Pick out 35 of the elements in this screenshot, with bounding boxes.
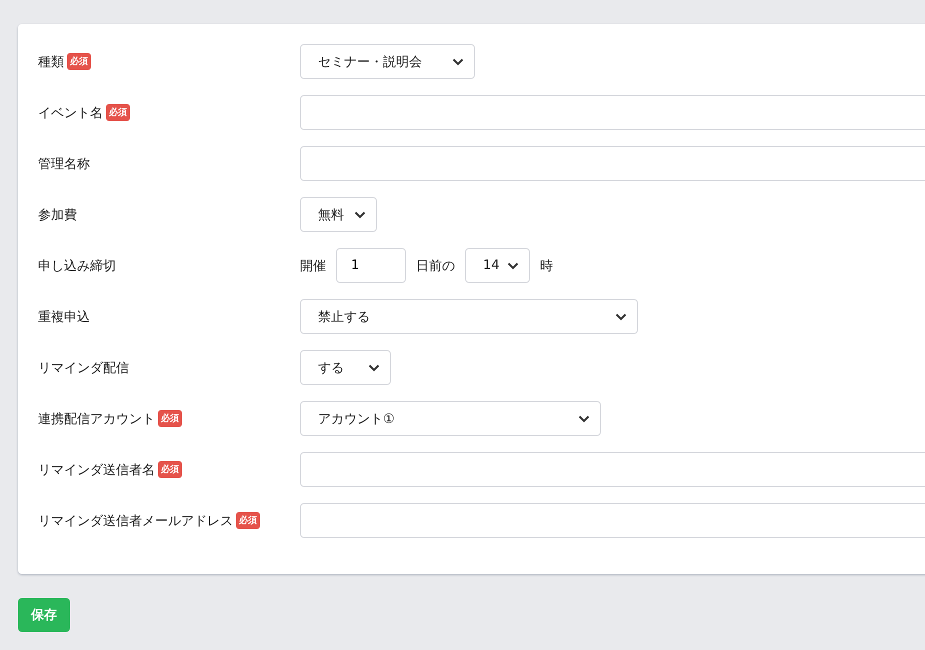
required-badge: 必須 [158, 410, 182, 427]
required-badge: 必須 [106, 104, 130, 121]
dropdown[interactable]: 禁止する [300, 299, 638, 334]
field-text: 時 [540, 258, 553, 274]
input-field[interactable] [300, 95, 925, 130]
dropdown[interactable]: アカウント① [300, 401, 601, 436]
field-label: 連携配信アカウント [38, 410, 155, 428]
field-label: 管理名称 [38, 156, 90, 172]
chevron-down-icon [578, 414, 590, 422]
chevron-down-icon [615, 312, 627, 320]
input-field[interactable] [300, 452, 925, 487]
required-badge: 必須 [158, 461, 182, 478]
input-field[interactable]: 1 [336, 248, 406, 283]
chevron-down-icon [368, 364, 380, 372]
field-label: 申し込み締切 [38, 258, 116, 274]
dropdown[interactable]: する [300, 350, 391, 385]
chevron-down-icon [452, 58, 464, 66]
required-badge: 必須 [67, 53, 91, 70]
chevron-down-icon [507, 262, 519, 270]
field-label: イベント名 [38, 104, 103, 122]
input-field[interactable] [300, 503, 925, 538]
chevron-down-icon [354, 210, 366, 218]
field-label: 重複申込 [38, 308, 90, 326]
dropdown[interactable]: 14 [465, 248, 530, 283]
field-label: リマインダ送信者名 [38, 462, 155, 478]
dropdown[interactable]: 無料 [300, 197, 377, 232]
field-label: 参加費 [38, 206, 77, 224]
field-label: リマインダ配信 [38, 360, 129, 376]
field-text: 日前の [416, 258, 455, 274]
required-badge: 必須 [236, 512, 260, 529]
field-label: 種類 [38, 54, 64, 70]
field-label: リマインダ送信者メールアドレス [38, 512, 233, 530]
field-text: 開催 [300, 258, 326, 274]
dropdown[interactable]: セミナー・説明会 [300, 44, 475, 79]
input-field[interactable] [300, 146, 925, 181]
